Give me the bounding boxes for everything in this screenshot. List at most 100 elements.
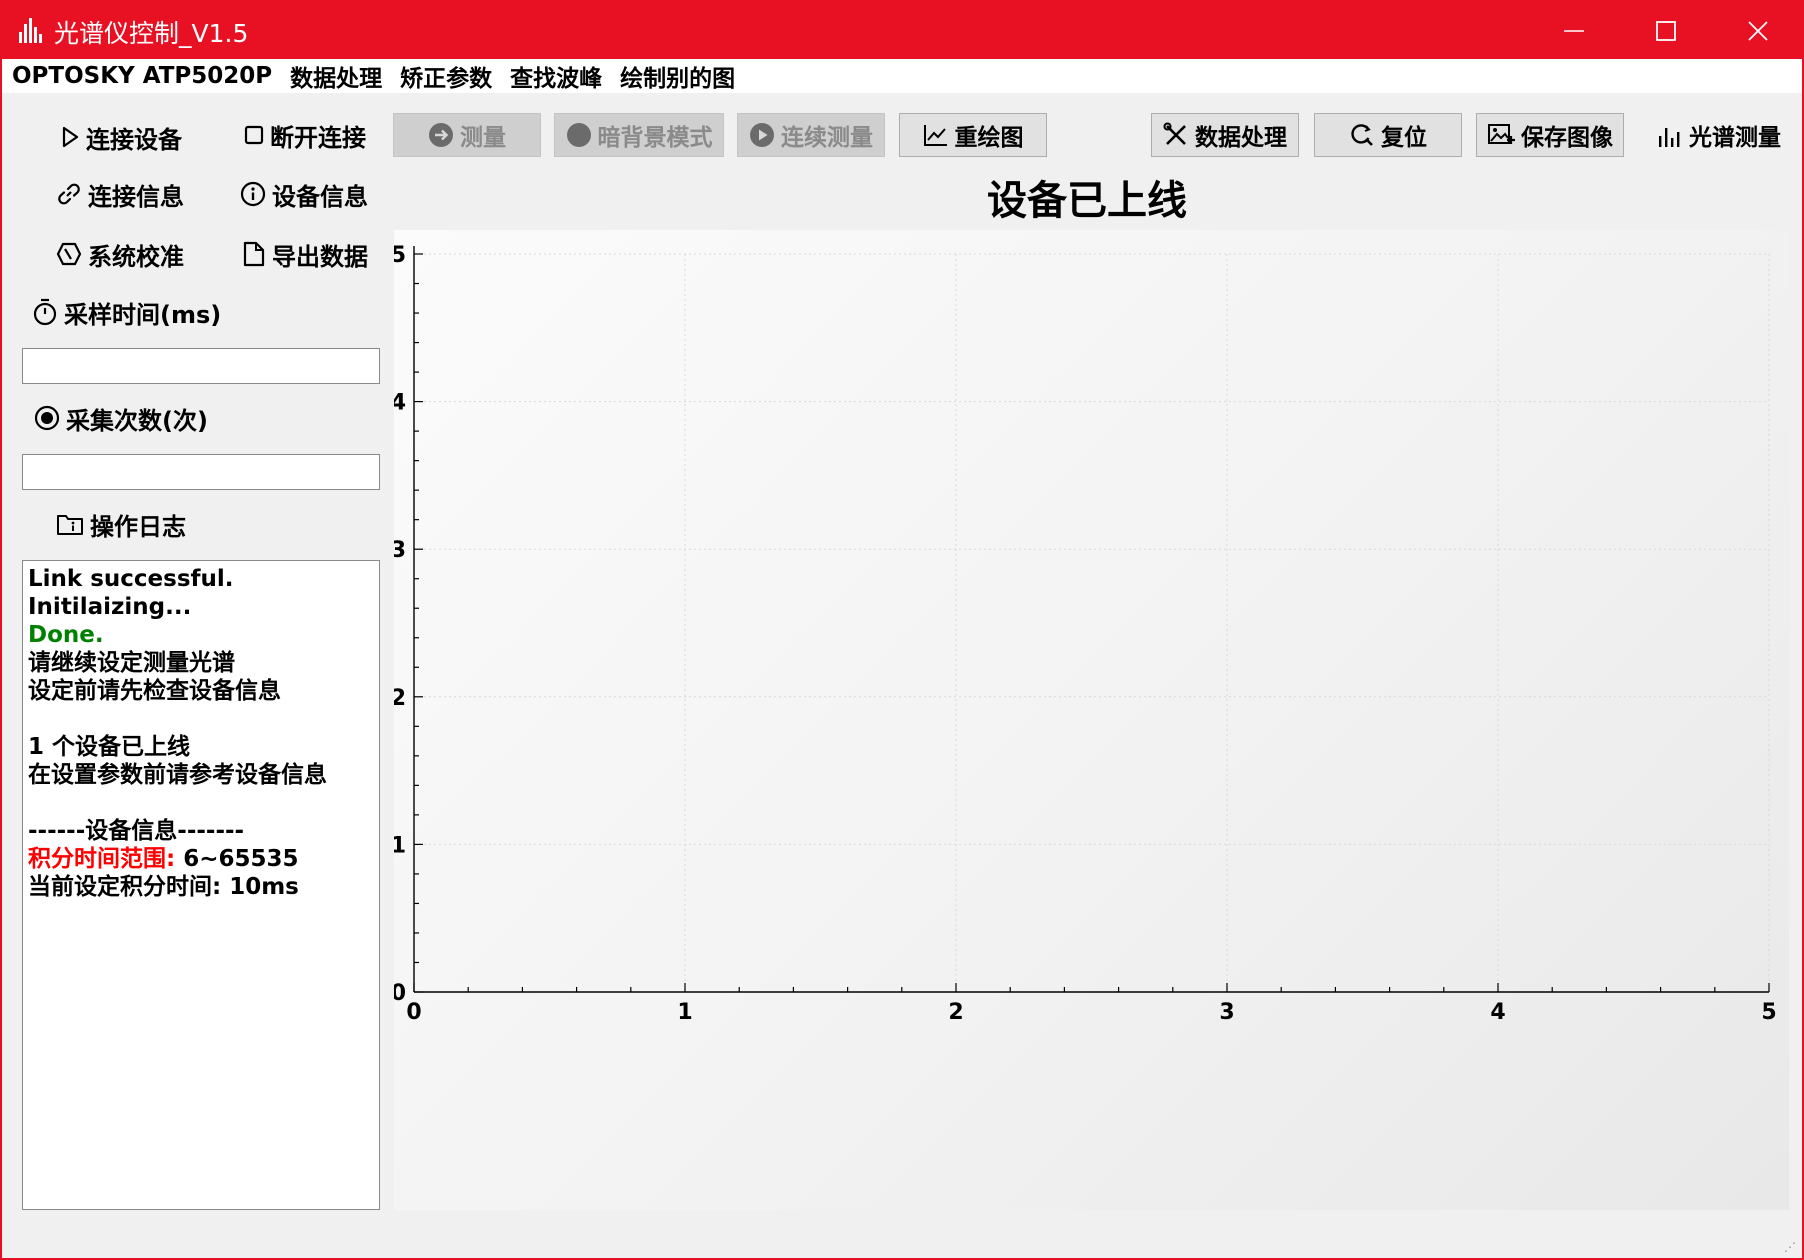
search-reset-icon <box>1351 124 1373 146</box>
collection-count-label: 采集次数(次) <box>66 406 208 435</box>
line-chart-icon <box>923 125 947 146</box>
menu-bar: OPTOSKY ATP5020P 数据处理 矫正参数 查找波峰 绘制别的图 <box>2 59 1802 93</box>
maximize-icon <box>1656 20 1676 41</box>
close-button[interactable] <box>1712 2 1804 59</box>
tools-icon <box>1163 122 1186 145</box>
y-tick-label: 3 <box>394 538 406 563</box>
dark-mode-button[interactable]: 暗背景模式 <box>554 113 724 157</box>
timer-icon <box>33 298 57 326</box>
redraw-label: 重绘图 <box>954 125 1024 151</box>
menu-data-processing[interactable]: 数据处理 <box>290 59 382 93</box>
x-tick-label: 1 <box>677 1000 692 1025</box>
play-icon <box>62 126 79 148</box>
redraw-button[interactable]: 重绘图 <box>899 113 1047 157</box>
log-line: 请继续设定测量光谱 <box>28 650 235 676</box>
export-data-label: 导出数据 <box>272 242 368 271</box>
minimize-button[interactable] <box>1528 2 1620 59</box>
reset-label: 复位 <box>1381 125 1427 151</box>
menu-correction-params[interactable]: 矫正参数 <box>400 59 492 93</box>
log-line: Initilaizing... <box>28 594 192 620</box>
y-tick-label: 0 <box>394 981 406 1006</box>
chart-plot-svg: 0 1 2 3 4 5 0 1 2 3 4 5 <box>394 243 1777 1025</box>
log-line: 1 个设备已上线 <box>28 734 191 760</box>
y-tick-label: 5 <box>394 243 406 268</box>
continuous-measure-label: 连续测量 <box>781 125 873 151</box>
sampling-time-input[interactable] <box>22 348 380 384</box>
sampling-time-label: 采样时间(ms) <box>64 300 222 329</box>
connection-info-button[interactable]: 连接信息 <box>56 174 184 214</box>
x-tick-label: 0 <box>406 1000 421 1025</box>
calibrate-icon <box>56 242 82 266</box>
log-line-part: 积分时间范围: <box>28 846 184 872</box>
sampling-time-label-row: 采样时间(ms) <box>32 292 221 332</box>
connection-info-label: 连接信息 <box>88 182 184 211</box>
log-line: 积分时间范围: 6~65535 <box>28 845 374 873</box>
resize-grip[interactable]: ⋰ <box>1784 1240 1796 1254</box>
bars-icon <box>1659 128 1680 147</box>
close-icon <box>1748 20 1768 41</box>
operation-log-label: 操作日志 <box>90 512 186 541</box>
chart-title: 设备已上线 <box>987 178 1187 224</box>
log-line: 在设置参数前请参考设备信息 <box>28 762 327 788</box>
y-tick-label: 2 <box>394 686 406 711</box>
spectrum-measure-label: 光谱测量 <box>1689 125 1781 151</box>
connect-device-label: 连接设备 <box>86 125 182 154</box>
continuous-measure-button[interactable]: 连续测量 <box>737 113 885 157</box>
title-bar[interactable]: 光谱仪控制_V1.5 <box>2 2 1802 59</box>
folder-info-icon <box>57 515 83 535</box>
y-tick-label: 1 <box>394 833 406 858</box>
target-icon <box>34 405 60 431</box>
export-data-button[interactable]: 导出数据 <box>242 234 368 274</box>
measure-button[interactable]: 测量 <box>393 113 541 157</box>
system-calibration-label: 系统校准 <box>88 242 184 271</box>
maximize-button[interactable] <box>1620 2 1712 59</box>
disconnect-button[interactable]: 断开连接 <box>244 115 366 155</box>
operation-log-textbox[interactable]: Link successful. Initilaizing... Done. 请继续设… <box>22 560 380 1210</box>
log-line: 设定前请先检查设备信息 <box>28 678 281 704</box>
x-tick-label: 3 <box>1219 1000 1234 1025</box>
app-window: 光谱仪控制_V1.5 OPTOSKY ATP5020P 数据处理 矫正参数 查找… <box>0 0 1804 1260</box>
square-icon <box>244 125 264 145</box>
menu-draw-other[interactable]: 绘制别的图 <box>620 59 735 93</box>
spectrum-measure-button[interactable]: 光谱测量 <box>1639 113 1799 157</box>
data-processing-label: 数据处理 <box>1195 125 1287 151</box>
x-tick-label: 2 <box>948 1000 963 1025</box>
arrow-right-circle-icon <box>429 123 453 147</box>
log-line: ------设备信息------- <box>28 818 245 844</box>
system-calibration-button[interactable]: 系统校准 <box>56 234 184 274</box>
x-tick-label: 4 <box>1490 1000 1505 1025</box>
app-bars-icon <box>19 18 42 43</box>
dark-mode-label: 暗背景模式 <box>597 125 713 151</box>
info-icon <box>240 181 266 207</box>
reset-button[interactable]: 复位 <box>1314 113 1462 157</box>
device-info-label: 设备信息 <box>272 182 368 211</box>
y-tick-label: 4 <box>394 391 406 416</box>
collection-count-input[interactable] <box>22 454 380 490</box>
spectrum-chart[interactable]: 0 1 2 3 4 5 0 1 2 3 4 5 <box>394 230 1789 1210</box>
data-processing-button[interactable]: 数据处理 <box>1151 113 1299 157</box>
x-tick-label: 5 <box>1761 1000 1776 1025</box>
operation-log-label-row: 操作日志 <box>56 504 186 544</box>
minimize-icon <box>1564 29 1584 32</box>
image-add-icon <box>1488 124 1515 144</box>
menu-device-model[interactable]: OPTOSKY ATP5020P <box>12 63 272 89</box>
play-circle-icon <box>750 123 774 147</box>
save-image-button[interactable]: 保存图像 <box>1476 113 1624 157</box>
moon-icon <box>566 123 591 147</box>
link-icon <box>58 183 80 205</box>
collection-count-label-row: 采集次数(次) <box>34 398 208 438</box>
file-icon <box>243 241 265 267</box>
measure-label: 测量 <box>460 125 506 151</box>
menu-find-peaks[interactable]: 查找波峰 <box>510 59 602 93</box>
connect-device-button[interactable]: 连接设备 <box>60 117 182 157</box>
log-line: Done. <box>28 622 104 648</box>
disconnect-label: 断开连接 <box>270 123 366 152</box>
log-line: Link successful. <box>28 566 234 592</box>
save-image-label: 保存图像 <box>1521 125 1613 151</box>
log-line: 当前设定积分时间: 10ms <box>28 874 299 900</box>
device-info-button[interactable]: 设备信息 <box>240 174 368 214</box>
log-line-part: 6~65535 <box>183 846 299 872</box>
window-title: 光谱仪控制_V1.5 <box>54 19 249 48</box>
